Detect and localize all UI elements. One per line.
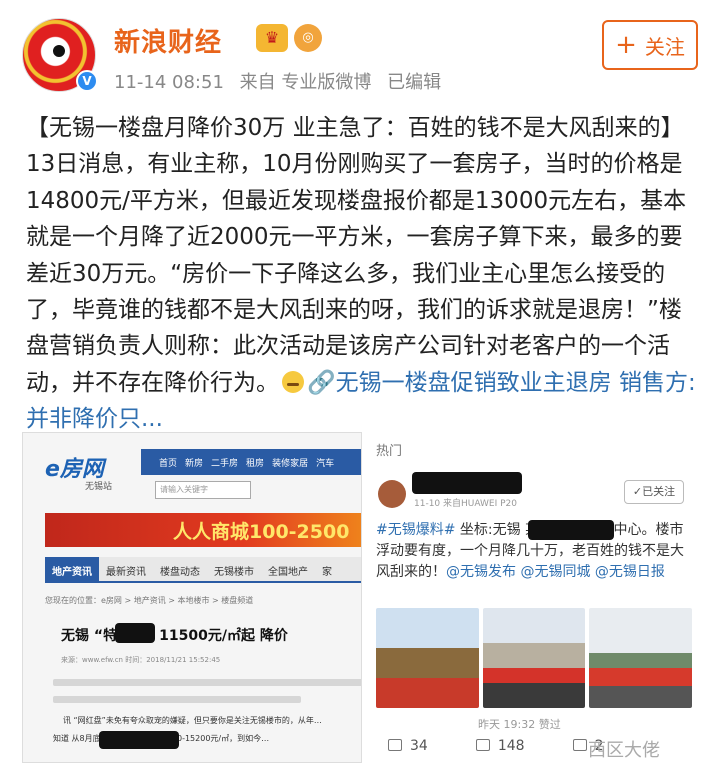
repost-icon — [388, 739, 402, 751]
news-nav: 首页 新房 二手房 租房 装修家居 汽车 — [141, 449, 361, 475]
news-logo-sub: 无锡站 — [85, 482, 113, 492]
followed-button: ✓已关注 — [624, 480, 684, 504]
photo-thumbnail — [589, 608, 693, 708]
news-breadcrumb: 您现在的位置：e房网 > 地产资讯 > 本地楼市 > 楼盘频道 — [45, 596, 254, 605]
photo-thumbnail — [376, 608, 479, 708]
news-paragraph: 讯 “网红盘”未免有夸众取宠的嫌疑，但只要你是关注无锡楼市的，从年… — [63, 716, 322, 725]
mentions: @无锡发布 @无锡同城 @无锡日报 — [446, 564, 665, 580]
avatar-eye-graphic — [49, 41, 69, 61]
thinking-emoji-icon — [282, 370, 304, 393]
news-nav-item: 装修家居 — [272, 458, 309, 469]
news-nav-item: 首页 — [159, 458, 178, 469]
repost-count: 34 — [410, 738, 428, 754]
crown-icon: ♛ — [256, 24, 288, 52]
comment-icon — [475, 739, 490, 751]
avatar — [378, 480, 406, 508]
news-search: 请输入关键字 — [155, 481, 251, 499]
attached-image-weibo[interactable]: 热门 11-10 来自HUAWEI P20 ✓已关注 #无锡爆料# 坐标:无锡 … — [368, 432, 698, 763]
follow-label: 关注 — [644, 34, 685, 59]
edited-label: 已编辑 — [387, 72, 442, 93]
text-line — [53, 679, 361, 686]
text-line — [53, 696, 301, 703]
weibo-time: 11-10 来自HUAWEI P20 — [414, 499, 518, 509]
news-tab: 地产资讯 — [45, 557, 99, 581]
news-tab: 家 — [322, 567, 332, 578]
plus-icon: + — [615, 30, 637, 60]
news-tab: 最新资讯 — [106, 567, 146, 578]
follow-button[interactable]: + 关注 — [602, 20, 698, 70]
post-time: 11-14 08:51 — [114, 72, 224, 93]
post-source: 来自 专业版微博 — [239, 72, 372, 93]
like-icon — [572, 739, 587, 751]
hot-label: 热门 — [376, 444, 403, 459]
redaction-mark — [412, 472, 522, 494]
redaction-mark — [115, 623, 155, 643]
redaction-mark — [99, 731, 179, 749]
redaction-mark — [528, 520, 614, 540]
news-nav-item: 新房 — [185, 458, 204, 469]
news-nav-item: 汽车 — [316, 458, 335, 469]
photo-thumbnail — [482, 608, 586, 708]
attached-image-news[interactable]: e房网 无锡站 首页 新房 二手房 租房 装修家居 汽车 请输入关键字 人人商城… — [22, 432, 362, 763]
comment-count: 148 — [497, 738, 525, 754]
news-nav-item: 租房 — [246, 458, 265, 469]
repost-action: 34 — [388, 738, 428, 754]
news-headline: 无锡 “特价房” 11500元/㎡起 降价 — [61, 628, 288, 644]
comment-action: 148 — [475, 738, 525, 754]
verified-badge-icon: V — [76, 70, 98, 92]
news-banner-text: 人人商城100-2500 — [173, 521, 350, 543]
news-tab: 全国地产 — [268, 567, 308, 578]
watermark: 西区大佬 — [588, 740, 660, 761]
news-nav-item: 二手房 — [211, 458, 239, 469]
news-info: 来源：www.efw.cn 时间：2018/11/21 15:52:45 — [61, 656, 221, 664]
weibo-meta-line: 昨天 19:32 赞过 — [478, 718, 561, 731]
hashtag: #无锡爆料# — [376, 522, 456, 538]
user-name[interactable]: 新浪财经 — [114, 22, 222, 59]
news-tab: 楼盘动态 — [160, 567, 200, 578]
post-meta: 11-14 08:51 来自 专业版微博 已编辑 — [114, 68, 451, 94]
news-tabs: 地产资讯 最新资讯 楼盘动态 无锡楼市 全国地产 家 — [45, 557, 361, 583]
post-body: 【无锡一楼盘月降价30万 业主急了：百姓的钱不是大风刮来的】13日消息，有业主称… — [26, 115, 687, 396]
post-text: 【无锡一楼盘月降价30万 业主急了：百姓的钱不是大风刮来的】13日消息，有业主称… — [26, 110, 698, 438]
medal-icon: ◎ — [294, 24, 322, 52]
news-text-lines — [53, 679, 361, 713]
weibo-photos — [376, 608, 693, 708]
news-tab: 无锡楼市 — [214, 567, 254, 578]
